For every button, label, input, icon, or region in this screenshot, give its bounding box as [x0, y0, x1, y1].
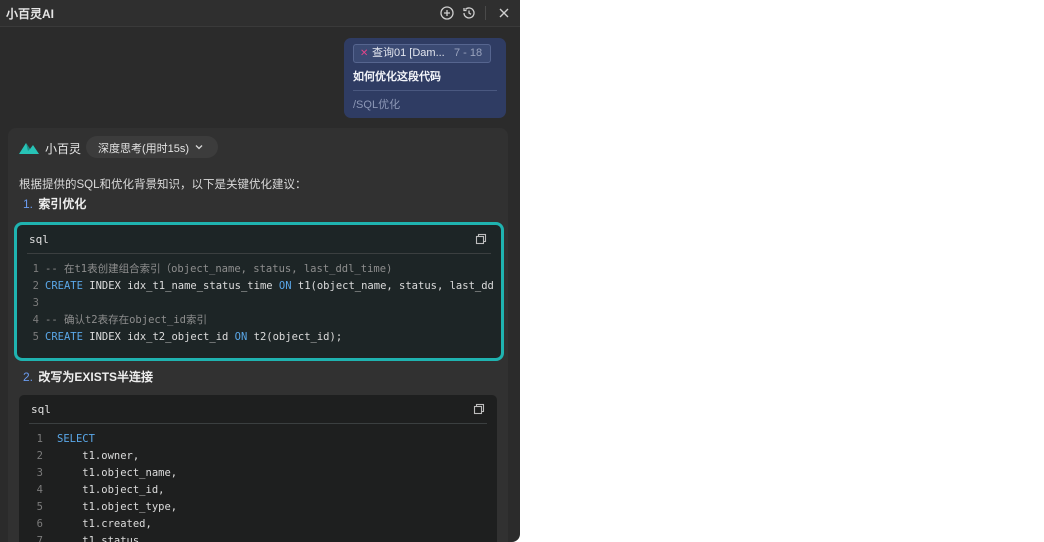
sql-keyword: CREATE — [45, 280, 83, 292]
code-line: 1 -- 在t1表创建组合索引（object_name, status, last… — [17, 261, 501, 278]
code-block-header: sql — [17, 225, 501, 253]
code-text: t1.object_id, — [57, 484, 165, 496]
section-title-text: 改写为EXISTS半连接 — [38, 370, 154, 384]
message-divider — [353, 90, 497, 91]
code-language-label: sql — [29, 233, 49, 246]
chevron-down-icon — [195, 145, 203, 150]
slash-command: /SQL优化 — [353, 99, 401, 111]
code-block-exists-sql: sql 1 SELECT 2 t1.owner, 3 t1.object_name, 4… — [19, 395, 497, 542]
code-line: 2 CREATE INDEX idx_t1_name_status_time ON… — [17, 278, 501, 295]
section-title-text: 索引优化 — [38, 197, 87, 211]
code-text: INDEX idx_t2_object_id — [82, 331, 235, 343]
sql-keyword: ON — [234, 331, 248, 343]
code-line: 7 t1.status, — [19, 533, 497, 542]
ai-assistant-panel: 小百灵AI ✕ 查询01 [Dam... 7 - 18 如何优化这段代码 /SQ… — [0, 0, 520, 542]
list-number: 1. — [23, 197, 34, 211]
code-line: 4 t1.object_id, — [19, 482, 497, 499]
sql-comment: -- 确认t2表存在object_id索引 — [45, 314, 208, 326]
xiaobailing-logo-icon — [19, 143, 39, 154]
code-line: 6 t1.created, — [19, 516, 497, 533]
line-number: 1 — [36, 433, 43, 445]
code-line: 2 t1.owner, — [19, 448, 497, 465]
copy-icon[interactable] — [475, 233, 487, 245]
reference-name: 查询01 [Dam... — [372, 47, 445, 59]
code-language-label: sql — [31, 403, 51, 416]
section-title-exists-rewrite: 2. 改写为EXISTS半连接 — [23, 368, 153, 385]
code-header-divider — [27, 253, 491, 254]
code-block-index-sql: sql 1 -- 在t1表创建组合索引（object_name, status, … — [14, 222, 504, 361]
sql-keyword: ON — [278, 280, 292, 292]
line-number: 6 — [36, 518, 43, 530]
code-header-divider — [29, 423, 487, 424]
window-title: 小百灵AI — [6, 7, 55, 21]
code-text: t1.owner, — [57, 450, 140, 462]
line-number: 3 — [32, 297, 39, 309]
close-icon[interactable] — [496, 5, 512, 21]
title-separator — [485, 6, 486, 20]
line-number: 1 — [32, 263, 39, 275]
code-line: 3 — [17, 295, 501, 312]
list-number: 2. — [23, 370, 34, 384]
code-text: t1.created, — [57, 518, 152, 530]
sql-keyword: CREATE — [45, 331, 83, 343]
remove-reference-icon[interactable]: ✕ — [360, 45, 368, 62]
line-number: 5 — [36, 501, 43, 513]
reference-line-range: 7 - 18 — [454, 47, 483, 59]
code-block-header: sql — [19, 395, 497, 423]
code-line: 5 CREATE INDEX idx_t2_object_id ON t2(obj… — [17, 329, 501, 346]
user-message-bubble: ✕ 查询01 [Dam... 7 - 18 如何优化这段代码 /SQL优化 — [344, 38, 506, 118]
code-line: 1 SELECT — [19, 431, 497, 448]
code-line: 4 -- 确认t2表存在object_id索引 — [17, 312, 501, 329]
line-number: 4 — [36, 484, 43, 496]
line-number: 3 — [36, 467, 43, 479]
code-text: t1(object_name, status, last_dd — [291, 280, 494, 292]
code-lines: 1 -- 在t1表创建组合索引（object_name, status, last… — [17, 261, 501, 346]
line-number: 2 — [32, 280, 39, 292]
history-icon[interactable] — [461, 5, 477, 21]
line-number: 7 — [36, 535, 43, 542]
code-text: t1.object_name, — [57, 467, 178, 479]
code-line: 3 t1.object_name, — [19, 465, 497, 482]
thinking-label: 深度思考(用时15s) — [98, 143, 190, 155]
copy-icon[interactable] — [473, 403, 485, 415]
section-title-index-optimization: 1. 索引优化 — [23, 195, 86, 212]
code-lines: 1 SELECT 2 t1.owner, 3 t1.object_name, 4 t1.… — [19, 431, 497, 542]
sql-comment: -- 在t1表创建组合索引（object_name, status, last_… — [45, 263, 393, 275]
code-text: t1.object_type, — [57, 501, 178, 513]
line-number: 5 — [32, 331, 39, 343]
code-text: t2(object_id); — [247, 331, 343, 343]
line-number: 4 — [32, 314, 39, 326]
line-number: 2 — [36, 450, 43, 462]
deep-thinking-toggle[interactable]: 深度思考(用时15s) — [86, 136, 218, 158]
assistant-name: 小百灵 — [45, 142, 82, 156]
code-line: 5 t1.object_type, — [19, 499, 497, 516]
code-text: INDEX idx_t1_name_status_time — [82, 280, 279, 292]
user-question: 如何优化这段代码 — [353, 71, 441, 83]
new-chat-icon[interactable] — [439, 5, 455, 21]
code-reference-chip[interactable]: ✕ 查询01 [Dam... 7 - 18 — [353, 44, 491, 63]
code-text: t1.status, — [57, 535, 146, 542]
title-bar: 小百灵AI — [0, 0, 520, 27]
response-intro: 根据提供的SQL和优化背景知识，以下是关键优化建议： — [19, 179, 307, 191]
sql-keyword: SELECT — [57, 433, 95, 445]
